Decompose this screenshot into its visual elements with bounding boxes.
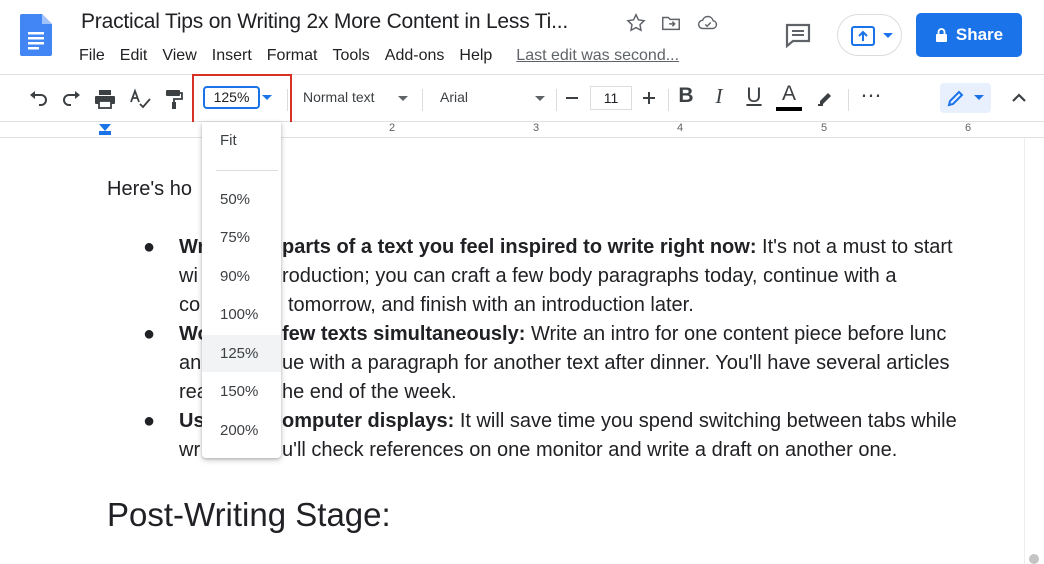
lock-icon [935,28,947,42]
chevron-down-icon[interactable] [535,96,545,101]
star-icon[interactable] [625,12,647,34]
vertical-scrollbar[interactable] [1024,138,1044,564]
bullet-3-line-1-right: omputer displays: It will save time you … [282,410,957,432]
toolbar-divider [556,89,557,111]
ruler-number: 3 [533,122,540,134]
last-edit-link[interactable]: Last edit was second... [516,47,679,65]
present-icon [851,26,875,46]
menu-format[interactable]: Format [267,47,326,65]
ruler-number: 6 [965,122,972,134]
menu-bar: File Edit View Insert Format Tools Add-o… [79,45,679,67]
menu-file[interactable]: File [79,47,113,65]
ruler-number: 4 [677,122,684,134]
move-to-folder-icon[interactable] [660,12,682,34]
undo-icon[interactable] [26,87,50,111]
share-label: Share [955,25,1004,44]
paragraph-style-select[interactable]: Normal text [303,89,375,105]
bullet-marker: ● [143,323,156,345]
bullet-marker: ● [143,236,156,258]
bullet-3-line-2-left: wr [179,439,201,461]
highlight-pen-icon[interactable] [814,87,836,109]
indent-marker[interactable] [99,124,111,131]
ruler-number: 2 [389,122,396,134]
toolbar-divider [422,89,423,111]
zoom-option-75[interactable]: 75% [202,219,281,256]
cloud-status-icon[interactable] [697,12,719,34]
present-button[interactable] [837,14,902,56]
zoom-option-100[interactable]: 100% [202,296,281,333]
chevron-down-icon [974,95,984,100]
font-select[interactable]: Arial [440,89,468,105]
italic-button[interactable]: I [707,84,731,109]
menu-tools[interactable]: Tools [332,47,377,65]
menu-divider [216,170,278,171]
increase-font-size-icon[interactable] [640,90,658,106]
section-heading: Post-Writing Stage: [107,496,391,533]
bold-button[interactable]: B [674,84,698,108]
hide-menus-chevron-up-icon[interactable] [1009,88,1029,108]
google-docs-logo-icon[interactable] [20,14,52,56]
underline-button[interactable]: U [742,84,766,108]
menu-help[interactable]: Help [459,47,500,65]
zoom-option-fit[interactable]: Fit [202,122,281,159]
chevron-down-icon [883,33,893,38]
paint-format-icon[interactable] [162,87,186,111]
text-color-button[interactable]: A [777,82,801,106]
decrease-font-size-icon[interactable] [563,90,581,106]
bullet-1-line-3-left: co [179,294,201,316]
redo-icon[interactable] [60,87,84,111]
bullet-2-line-1-right: few texts simultaneously: Write an intro… [282,323,947,345]
menu-insert[interactable]: Insert [212,47,260,65]
bullet-2-line-2-right: ue with a paragraph for another text aft… [282,352,950,374]
print-icon[interactable] [93,87,117,111]
first-line-indent-marker[interactable] [99,131,111,135]
menu-view[interactable]: View [162,47,204,65]
zoom-option-50[interactable]: 50% [202,181,281,218]
spelling-check-icon[interactable] [128,87,152,111]
zoom-option-125[interactable]: 125% [202,335,281,372]
toolbar [0,74,1044,122]
menu-edit[interactable]: Edit [120,47,156,65]
bullet-1-line-1-right: parts of a text you feel inspired to wri… [282,236,953,258]
text-color-swatch [776,107,802,111]
zoom-dropdown-menu: Fit 50% 75% 90% 100% 125% 150% 200% [202,122,281,458]
title-bar: Practical Tips on Writing 2x More Conten… [0,0,1044,74]
bullet-1-line-3-right: tomorrow, and finish with an introductio… [288,294,694,316]
bullet-marker: ● [143,410,156,432]
chevron-down-icon[interactable] [398,96,408,101]
bullet-2-line-2-left: an [179,352,202,374]
scrollbar-thumb[interactable] [1029,554,1039,564]
toolbar-divider [668,89,669,111]
bullet-3-line-1-left: Us [179,410,205,432]
toolbar-divider [848,89,849,111]
ruler-number: 5 [821,122,828,134]
comment-history-icon[interactable] [784,22,812,48]
document-page[interactable]: Here's ho ● Wr parts of a text you feel … [0,138,1024,564]
bullet-1-line-2-left: wi [179,265,198,287]
document-title[interactable]: Practical Tips on Writing 2x More Conten… [81,10,568,34]
editing-mode-button[interactable] [940,83,991,113]
paragraph-intro: Here's ho [107,178,192,200]
menu-add-ons[interactable]: Add-ons [385,47,453,65]
bullet-2-line-3-right: he end of the week. [282,381,457,403]
more-options-button[interactable]: ⋯ [859,83,883,108]
zoom-option-150[interactable]: 150% [202,373,281,410]
zoom-option-200[interactable]: 200% [202,412,281,449]
font-size-input[interactable]: 11 [590,86,632,110]
bullet-1-line-2-right: roduction; you can craft a few body para… [282,265,897,287]
ruler[interactable]: 2 3 4 5 6 [0,122,1044,138]
bullet-3-line-2-right: u'll check references on one monitor and… [282,439,898,461]
zoom-option-90[interactable]: 90% [202,258,281,295]
share-button[interactable]: Share [916,13,1022,57]
pencil-icon [947,90,964,107]
